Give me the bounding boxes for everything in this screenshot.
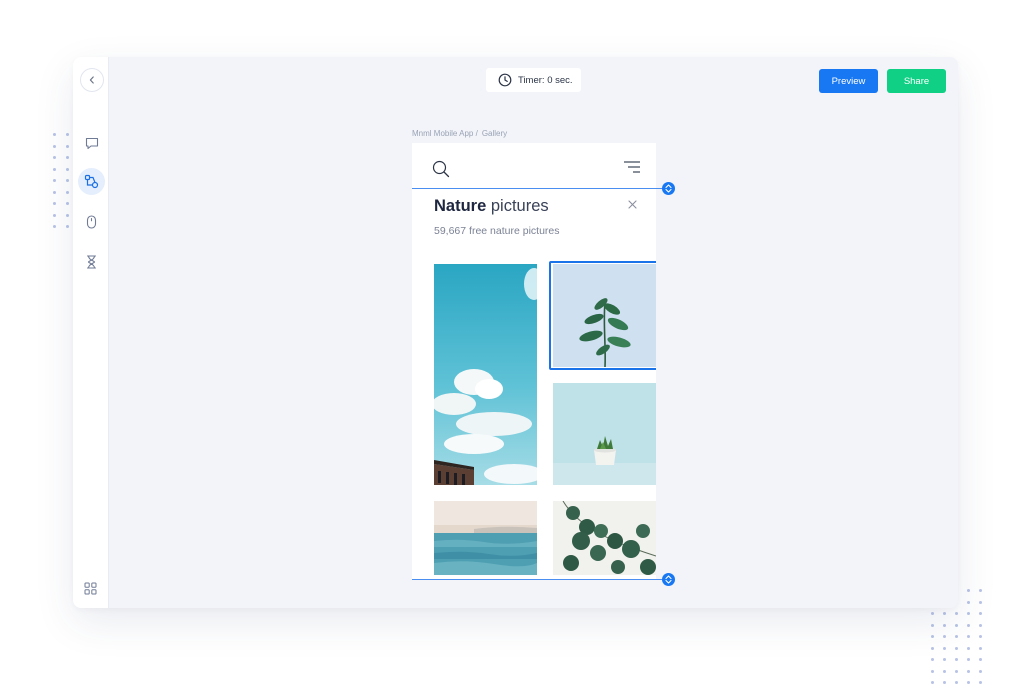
hourglass-icon xyxy=(86,254,97,269)
back-button[interactable] xyxy=(80,68,104,92)
sidebar-item-apps[interactable] xyxy=(84,582,97,600)
timer-display: Timer: 0 sec. xyxy=(486,68,581,92)
resize-arrows-icon xyxy=(665,575,672,584)
sea-shore-photo[interactable] xyxy=(434,501,537,575)
filter-icon[interactable] xyxy=(623,161,641,175)
phone-content: Nature pictures 59,667 free nature pictu… xyxy=(412,143,656,579)
share-button[interactable]: Share xyxy=(887,69,946,93)
chevron-left-icon xyxy=(89,76,94,84)
sidebar-item-flow[interactable] xyxy=(78,168,105,195)
sky-clouds-photo[interactable] xyxy=(434,264,537,485)
phone-header xyxy=(412,143,656,188)
succulent-pot-photo[interactable] xyxy=(553,383,656,485)
search-icon[interactable] xyxy=(432,160,450,178)
preview-button[interactable]: Preview xyxy=(819,69,878,93)
mouse-icon xyxy=(86,214,97,229)
bottom-resize-handle[interactable] xyxy=(662,573,675,586)
selection-frame xyxy=(549,261,656,370)
results-count: 59,667 free nature pictures xyxy=(434,225,560,237)
bottom-selection-line xyxy=(412,579,667,580)
header-resize-handle[interactable] xyxy=(662,182,675,195)
breadcrumb-page: Gallery xyxy=(481,129,508,138)
sidebar-item-timer[interactable] xyxy=(78,248,105,275)
header-selection-line xyxy=(412,188,667,189)
resize-arrows-icon xyxy=(665,184,672,193)
clock-icon xyxy=(498,73,512,87)
page-title-bold: Nature xyxy=(434,197,487,215)
flow-icon xyxy=(84,174,99,189)
breadcrumb: Mnml Mobile App / Gallery xyxy=(412,129,507,138)
sidebar-item-comments[interactable] xyxy=(78,130,105,157)
page-title: Nature pictures xyxy=(434,197,549,216)
eucalyptus-leaves-photo[interactable] xyxy=(553,501,656,575)
breadcrumb-project[interactable]: Mnml Mobile App / xyxy=(412,129,478,138)
page-title-rest: pictures xyxy=(490,197,549,215)
sidebar xyxy=(73,57,109,608)
phone-screen: Nature pictures 59,667 free nature pictu… xyxy=(412,143,675,586)
app-window: Timer: 0 sec. Preview Share Mnml Mobile … xyxy=(73,57,958,608)
timer-label: Timer: 0 sec. xyxy=(518,74,573,86)
grid-icon xyxy=(84,582,97,595)
comment-icon xyxy=(85,137,98,150)
close-icon[interactable] xyxy=(628,200,637,209)
stage: Timer: 0 sec. Preview Share Mnml Mobile … xyxy=(0,0,1032,697)
decorative-dots-left xyxy=(53,133,69,228)
sidebar-item-interactions[interactable] xyxy=(78,208,105,235)
